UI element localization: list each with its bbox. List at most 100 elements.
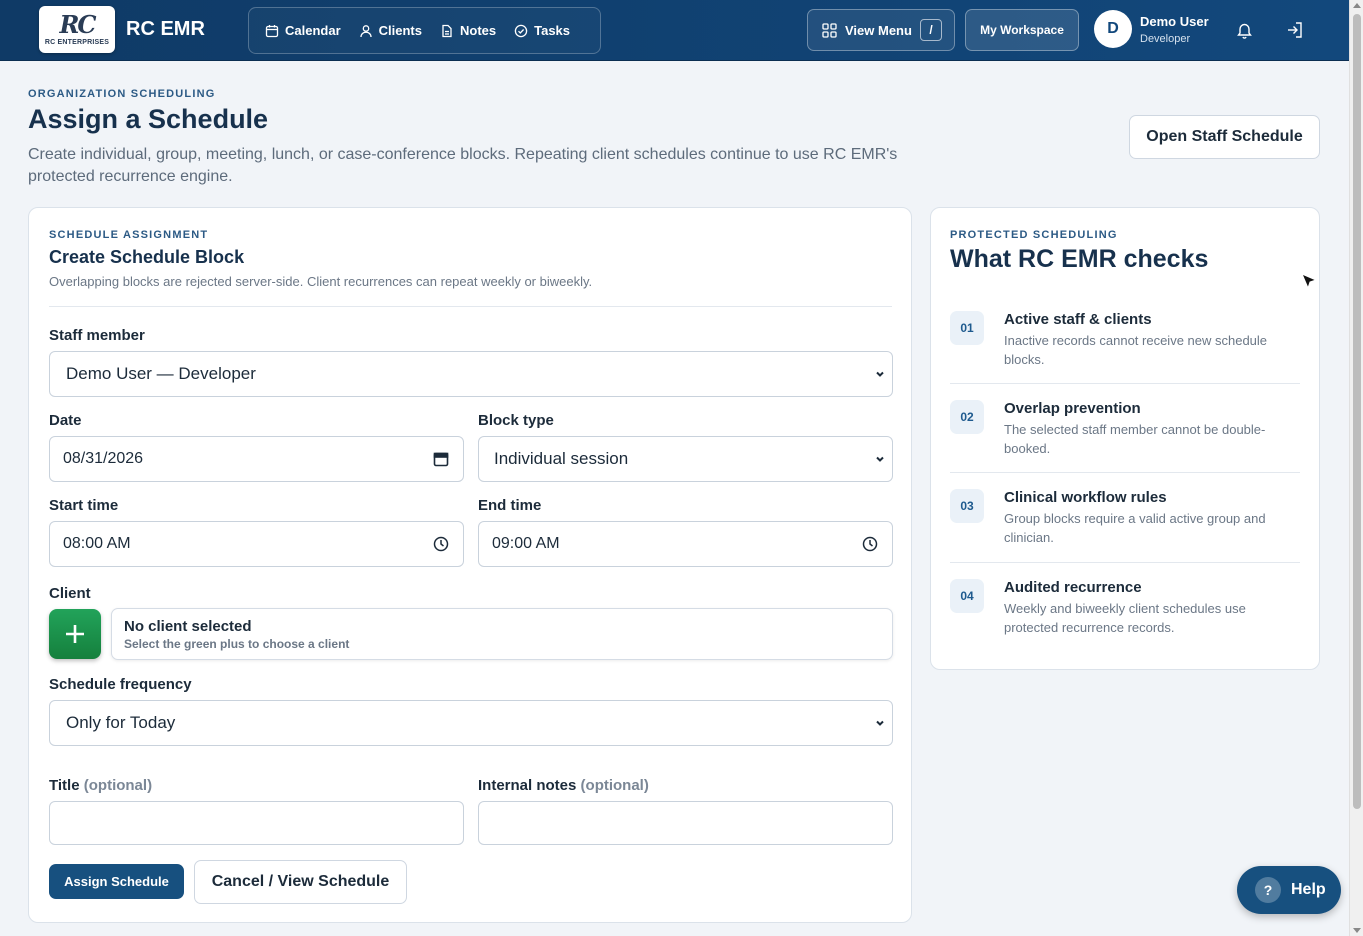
frequency-value: Only for Today [66,713,176,732]
check-title: Active staff & clients [1004,311,1152,328]
client-status: No client selected [124,618,252,635]
date-input[interactable]: 08/31/2026 [49,436,464,482]
check-description: The selected staff member cannot be doub… [1004,422,1266,456]
plus-icon [66,625,84,643]
user-name: Demo User [1140,14,1209,29]
nav-tasks-label: Tasks [534,23,571,38]
scrollbar-thumb[interactable] [1353,14,1361,809]
check-number: 02 [950,400,984,434]
logout-icon[interactable] [1286,21,1304,44]
scroll-up-arrow-icon[interactable] [1353,3,1361,8]
client-label: Client [49,585,91,602]
selected-client-display: No client selected Select the green plus… [111,608,893,660]
help-button[interactable]: ? Help [1237,866,1341,914]
check-divider [950,472,1300,473]
form-description: Overlapping blocks are rejected server-s… [49,274,593,289]
document-icon [442,24,452,37]
nav-clients-label: Clients [378,23,422,38]
chevron-down-icon [876,720,884,726]
logo-subtitle: RC ENTERPRISES [44,39,110,46]
internal-notes-input[interactable] [478,801,893,845]
check-divider [950,383,1300,384]
calendar-icon [265,24,279,37]
form-title: Create Schedule Block [49,247,245,267]
end-time-value: 09:00 AM [492,535,560,552]
start-time-value: 08:00 AM [63,535,131,552]
clock-icon[interactable] [862,536,878,552]
notifications-bell-icon[interactable] [1236,21,1253,44]
start-time-label: Start time [49,497,119,514]
form-eyebrow: SCHEDULE ASSIGNMENT [49,229,209,241]
title-optional-hint: (optional) [83,777,153,794]
end-time-input[interactable]: 09:00 AM [478,521,893,567]
protected-scheduling-card: PROTECTED SCHEDULING What RC EMR checks … [930,207,1320,670]
nav-clients[interactable]: Clients [353,15,428,47]
internal-notes-label: Internal notes (optional) [478,777,649,794]
check-description: Weekly and biweekly client schedules use… [1004,601,1246,635]
internal-notes-optional-hint: (optional) [580,777,649,794]
date-value: 08/31/2026 [63,450,144,467]
check-description: Group blocks require a valid active grou… [1004,511,1266,545]
user-avatar[interactable]: D [1094,10,1132,48]
check-number: 03 [950,489,984,523]
logo-mark: RC [59,10,96,39]
title-label: Title (optional) [49,777,152,794]
staff-member-select[interactable]: Demo User — Developer [49,351,893,397]
page-scrollbar[interactable] [1349,0,1363,936]
rc-enterprises-logo[interactable]: RC RC ENTERPRISES [39,6,115,53]
calendar-picker-icon[interactable] [433,451,449,467]
nav-tasks[interactable]: Tasks [508,15,576,47]
title-label-text: Title [49,777,80,794]
my-workspace-button[interactable]: My Workspace [965,9,1079,51]
end-time-label: End time [478,497,542,514]
nav-calendar[interactable]: Calendar [259,15,347,47]
check-circle-icon [514,24,528,37]
grid-icon [822,22,837,38]
page-description: Create individual, group, meeting, lunch… [28,146,898,185]
block-type-label: Block type [478,412,554,429]
frequency-select[interactable]: Only for Today [49,700,893,746]
open-staff-schedule-button[interactable]: Open Staff Schedule [1129,115,1320,159]
question-icon: ? [1255,877,1281,903]
title-input[interactable] [49,801,464,845]
check-divider [950,562,1300,563]
chevron-down-icon [876,456,884,462]
view-menu-shortcut: / [920,19,942,41]
form-divider [49,306,892,307]
check-description: Inactive records cannot receive new sche… [1004,333,1268,367]
cancel-view-schedule-button[interactable]: Cancel / View Schedule [194,860,407,904]
main-nav: Calendar Clients Notes Tasks [248,7,601,54]
view-menu-button[interactable]: View Menu / [807,9,955,51]
view-menu-label: View Menu [845,22,912,38]
staff-member-label: Staff member [49,327,145,344]
block-type-select[interactable]: Individual session [478,436,893,482]
frequency-label: Schedule frequency [49,676,192,693]
side-eyebrow: PROTECTED SCHEDULING [950,229,1118,241]
add-client-button[interactable] [49,609,101,659]
nav-calendar-label: Calendar [285,23,341,38]
staff-member-value: Demo User — Developer [66,364,256,383]
top-navigation-bar: RC RC ENTERPRISES RC EMR Calendar Client… [0,0,1349,61]
page-title: Assign a Schedule [28,104,269,134]
check-number: 04 [950,579,984,613]
nav-notes-label: Notes [459,23,497,38]
nav-notes[interactable]: Notes [434,15,502,47]
client-hint: Select the green plus to choose a client [124,637,350,651]
app-brand[interactable]: RC EMR [126,18,205,41]
scroll-down-arrow-icon[interactable] [1353,928,1361,933]
start-time-input[interactable]: 08:00 AM [49,521,464,567]
chevron-down-icon [876,371,884,377]
date-label: Date [49,412,82,429]
block-type-value: Individual session [494,449,629,468]
check-number: 01 [950,311,984,345]
internal-notes-label-text: Internal notes [478,777,577,794]
page-eyebrow: ORGANIZATION SCHEDULING [28,88,216,100]
clock-icon[interactable] [433,536,449,552]
check-title: Audited recurrence [1004,579,1142,596]
check-title: Overlap prevention [1004,400,1141,417]
assign-schedule-button[interactable]: Assign Schedule [49,864,184,899]
check-title: Clinical workflow rules [1004,489,1167,506]
mouse-cursor-icon [1301,273,1318,290]
help-label: Help [1291,881,1326,898]
schedule-assignment-card: SCHEDULE ASSIGNMENT Create Schedule Bloc… [28,207,912,923]
